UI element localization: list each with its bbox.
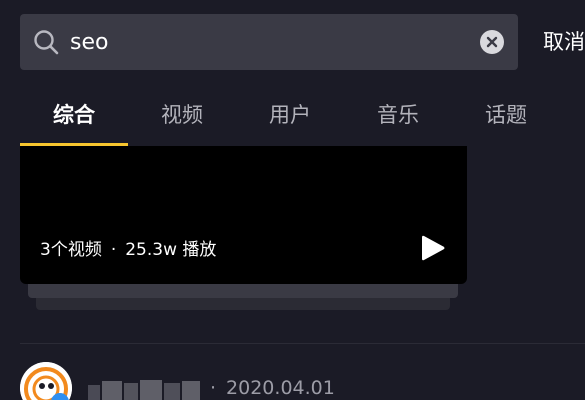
tab-topics[interactable]: 话题 [452,90,560,140]
search-results-screen: 取消 综合 视频 用户 音乐 话题 3个视频 · 25.3w 播放 [0,0,585,400]
avatar[interactable] [20,362,72,400]
post-date: · 2020.04.01 [210,374,335,400]
date-separator: · [210,377,217,399]
video-meta: 3个视频 · 25.3w 播放 [40,238,216,262]
tab-music[interactable]: 音乐 [344,90,452,140]
section-divider [20,343,585,344]
tab-users[interactable]: 用户 [236,90,344,140]
clear-button[interactable] [480,30,504,54]
video-count: 3个视频 [40,240,102,260]
tab-videos[interactable]: 视频 [128,90,236,140]
meta-separator: · [110,240,117,260]
search-box[interactable] [20,14,518,70]
tab-comprehensive[interactable]: 综合 [20,90,128,140]
cancel-button[interactable]: 取消 [543,26,585,58]
clear-icon [486,36,498,48]
blurred-username[interactable] [88,377,200,400]
avatar-image [20,362,72,400]
play-icon[interactable] [420,233,446,263]
date-value: 2020.04.01 [226,377,335,399]
play-count: 25.3w 播放 [125,240,217,260]
search-input[interactable] [70,22,470,62]
tab-bar: 综合 视频 用户 音乐 话题 [20,90,585,146]
search-icon [34,30,59,55]
video-collection-card[interactable]: 3个视频 · 25.3w 播放 [20,146,467,284]
